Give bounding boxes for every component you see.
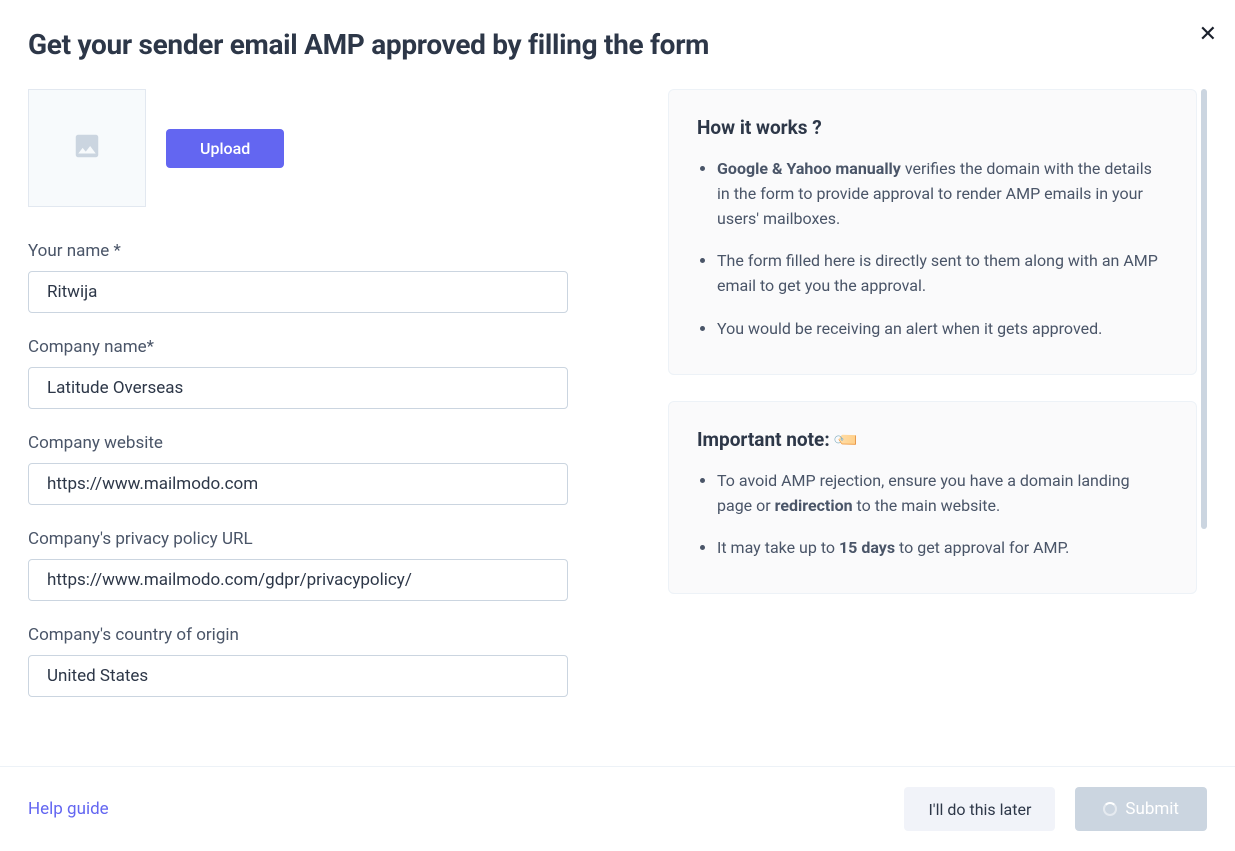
spinner-icon — [1103, 802, 1117, 816]
your-name-input[interactable] — [28, 271, 568, 313]
rocket-icon: 🏷️ — [832, 425, 863, 456]
company-name-input[interactable] — [28, 367, 568, 409]
scrollbar[interactable] — [1201, 89, 1207, 529]
list-item: The form filled here is directly sent to… — [717, 249, 1168, 299]
company-website-input[interactable] — [28, 463, 568, 505]
country-label: Company's country of origin — [28, 625, 568, 645]
your-name-label: Your name * — [28, 241, 568, 261]
list-item: Google & Yahoo manually verifies the dom… — [717, 157, 1168, 231]
company-name-label: Company name* — [28, 337, 568, 357]
privacy-url-input[interactable] — [28, 559, 568, 601]
how-it-works-title: How it works ? — [697, 116, 1168, 139]
footer: Help guide I'll do this later Submit — [0, 766, 1235, 851]
list-item: It may take up to 15 days to get approva… — [717, 536, 1168, 561]
country-input[interactable] — [28, 655, 568, 697]
close-icon[interactable]: ✕ — [1199, 24, 1217, 46]
do-later-button[interactable]: I'll do this later — [904, 787, 1055, 831]
help-guide-link[interactable]: Help guide — [28, 799, 109, 819]
company-website-label: Company website — [28, 433, 568, 453]
image-icon — [72, 131, 102, 165]
important-note-panel: Important note:🏷️ To avoid AMP rejection… — [668, 401, 1197, 594]
list-item: You would be receiving an alert when it … — [717, 317, 1168, 342]
privacy-url-label: Company's privacy policy URL — [28, 529, 568, 549]
list-item: To avoid AMP rejection, ensure you have … — [717, 469, 1168, 519]
submit-button[interactable]: Submit — [1075, 787, 1207, 831]
info-column: How it works ? Google & Yahoo manually v… — [668, 89, 1207, 752]
image-placeholder — [28, 89, 146, 207]
important-note-title: Important note:🏷️ — [697, 428, 1168, 451]
how-it-works-panel: How it works ? Google & Yahoo manually v… — [668, 89, 1197, 375]
upload-button[interactable]: Upload — [166, 129, 284, 168]
page-title: Get your sender email AMP approved by fi… — [28, 28, 1207, 61]
form-column: Upload Your name * Company name* Company… — [28, 89, 568, 752]
